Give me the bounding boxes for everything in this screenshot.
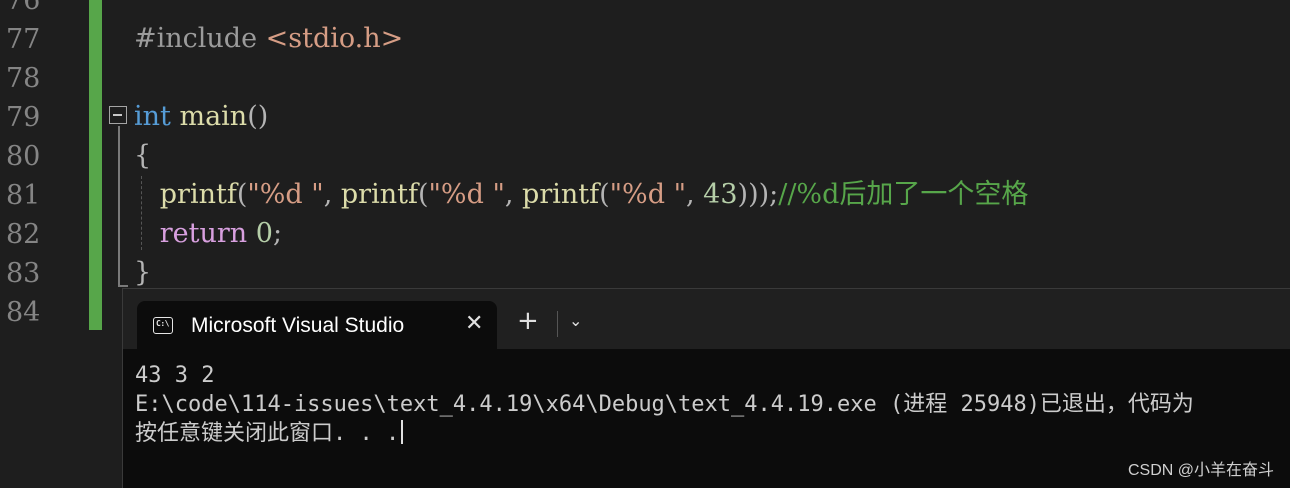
terminal-output-line: 43 3 2 — [135, 363, 215, 388]
close-brace: } — [134, 257, 152, 288]
paren: ( — [236, 179, 248, 210]
printf-call: printf — [522, 179, 600, 210]
terminal-window[interactable]: C:\ Microsoft Visual Studio ✕ + ⌄ 43 3 2… — [122, 288, 1290, 488]
line-number: 84 — [6, 297, 41, 328]
code-line-81[interactable]: printf("%d ", printf("%d ", printf("%d "… — [134, 179, 1029, 211]
line-number: 83 — [6, 258, 41, 289]
terminal-tab[interactable]: C:\ Microsoft Visual Studio ✕ — [137, 301, 497, 349]
terminal-prompt-text: 按任意键关闭此窗口. . . — [135, 421, 400, 446]
format-string: "%d " — [247, 179, 324, 210]
parentheses: () — [247, 101, 269, 132]
line-number: 78 — [6, 63, 41, 94]
console-icon-text: C:\ — [156, 319, 169, 328]
function-name-main: main — [179, 101, 248, 132]
code-line-83[interactable]: } — [134, 257, 151, 289]
semicolon: ; — [272, 218, 283, 249]
divider — [557, 311, 558, 337]
open-brace: { — [134, 140, 152, 171]
keyword-int: int — [134, 101, 171, 132]
paren: ( — [417, 179, 429, 210]
comma: , — [323, 179, 341, 210]
keyword-return: return — [159, 218, 248, 249]
line-number: 81 — [6, 180, 41, 211]
tab-title: Microsoft Visual Studio — [191, 314, 405, 337]
code-line-82[interactable]: return 0; — [134, 218, 282, 250]
paren: ( — [599, 179, 610, 210]
closing-parens: ))); — [737, 179, 779, 210]
change-tracking-bar — [89, 0, 102, 330]
line-number: 82 — [6, 219, 41, 250]
format-string: "%d " — [609, 179, 686, 210]
code-line-79[interactable]: int main() — [134, 101, 268, 133]
code-line-77[interactable]: #include <stdio.h> — [134, 23, 403, 55]
preprocessor-directive: #include — [134, 23, 266, 54]
number-literal: 0 — [255, 218, 273, 249]
line-number: 76 — [6, 0, 41, 16]
format-string: "%d " — [428, 179, 505, 210]
comma: , — [504, 179, 523, 210]
include-header: <stdio.h> — [265, 23, 404, 54]
fold-guide-end — [118, 285, 128, 287]
watermark: CSDN @小羊在奋斗 — [1127, 462, 1274, 479]
number-literal: 43 — [703, 179, 738, 210]
chevron-down-icon[interactable]: ⌄ — [569, 311, 582, 330]
console-icon: C:\ — [153, 317, 173, 334]
terminal-output-line: E:\code\114-issues\text_4.4.19\x64\Debug… — [135, 392, 1194, 417]
line-number: 80 — [6, 141, 41, 172]
close-icon[interactable]: ✕ — [465, 311, 483, 336]
text-cursor — [401, 420, 403, 444]
code-line-80[interactable]: { — [134, 140, 151, 172]
new-tab-button[interactable]: + — [517, 308, 539, 334]
code-comment: //%d后加了一个空格 — [778, 179, 1029, 210]
line-number: 79 — [6, 102, 41, 133]
printf-call: printf — [340, 179, 418, 210]
comma: , — [686, 179, 704, 210]
collapse-icon[interactable] — [109, 106, 127, 124]
terminal-titlebar[interactable]: C:\ Microsoft Visual Studio ✕ + ⌄ — [123, 289, 1290, 349]
printf-call: printf — [159, 179, 237, 210]
fold-guide-line — [118, 126, 120, 286]
terminal-output-line: 按任意键关闭此窗口. . . — [135, 419, 403, 448]
line-number: 77 — [6, 24, 41, 55]
